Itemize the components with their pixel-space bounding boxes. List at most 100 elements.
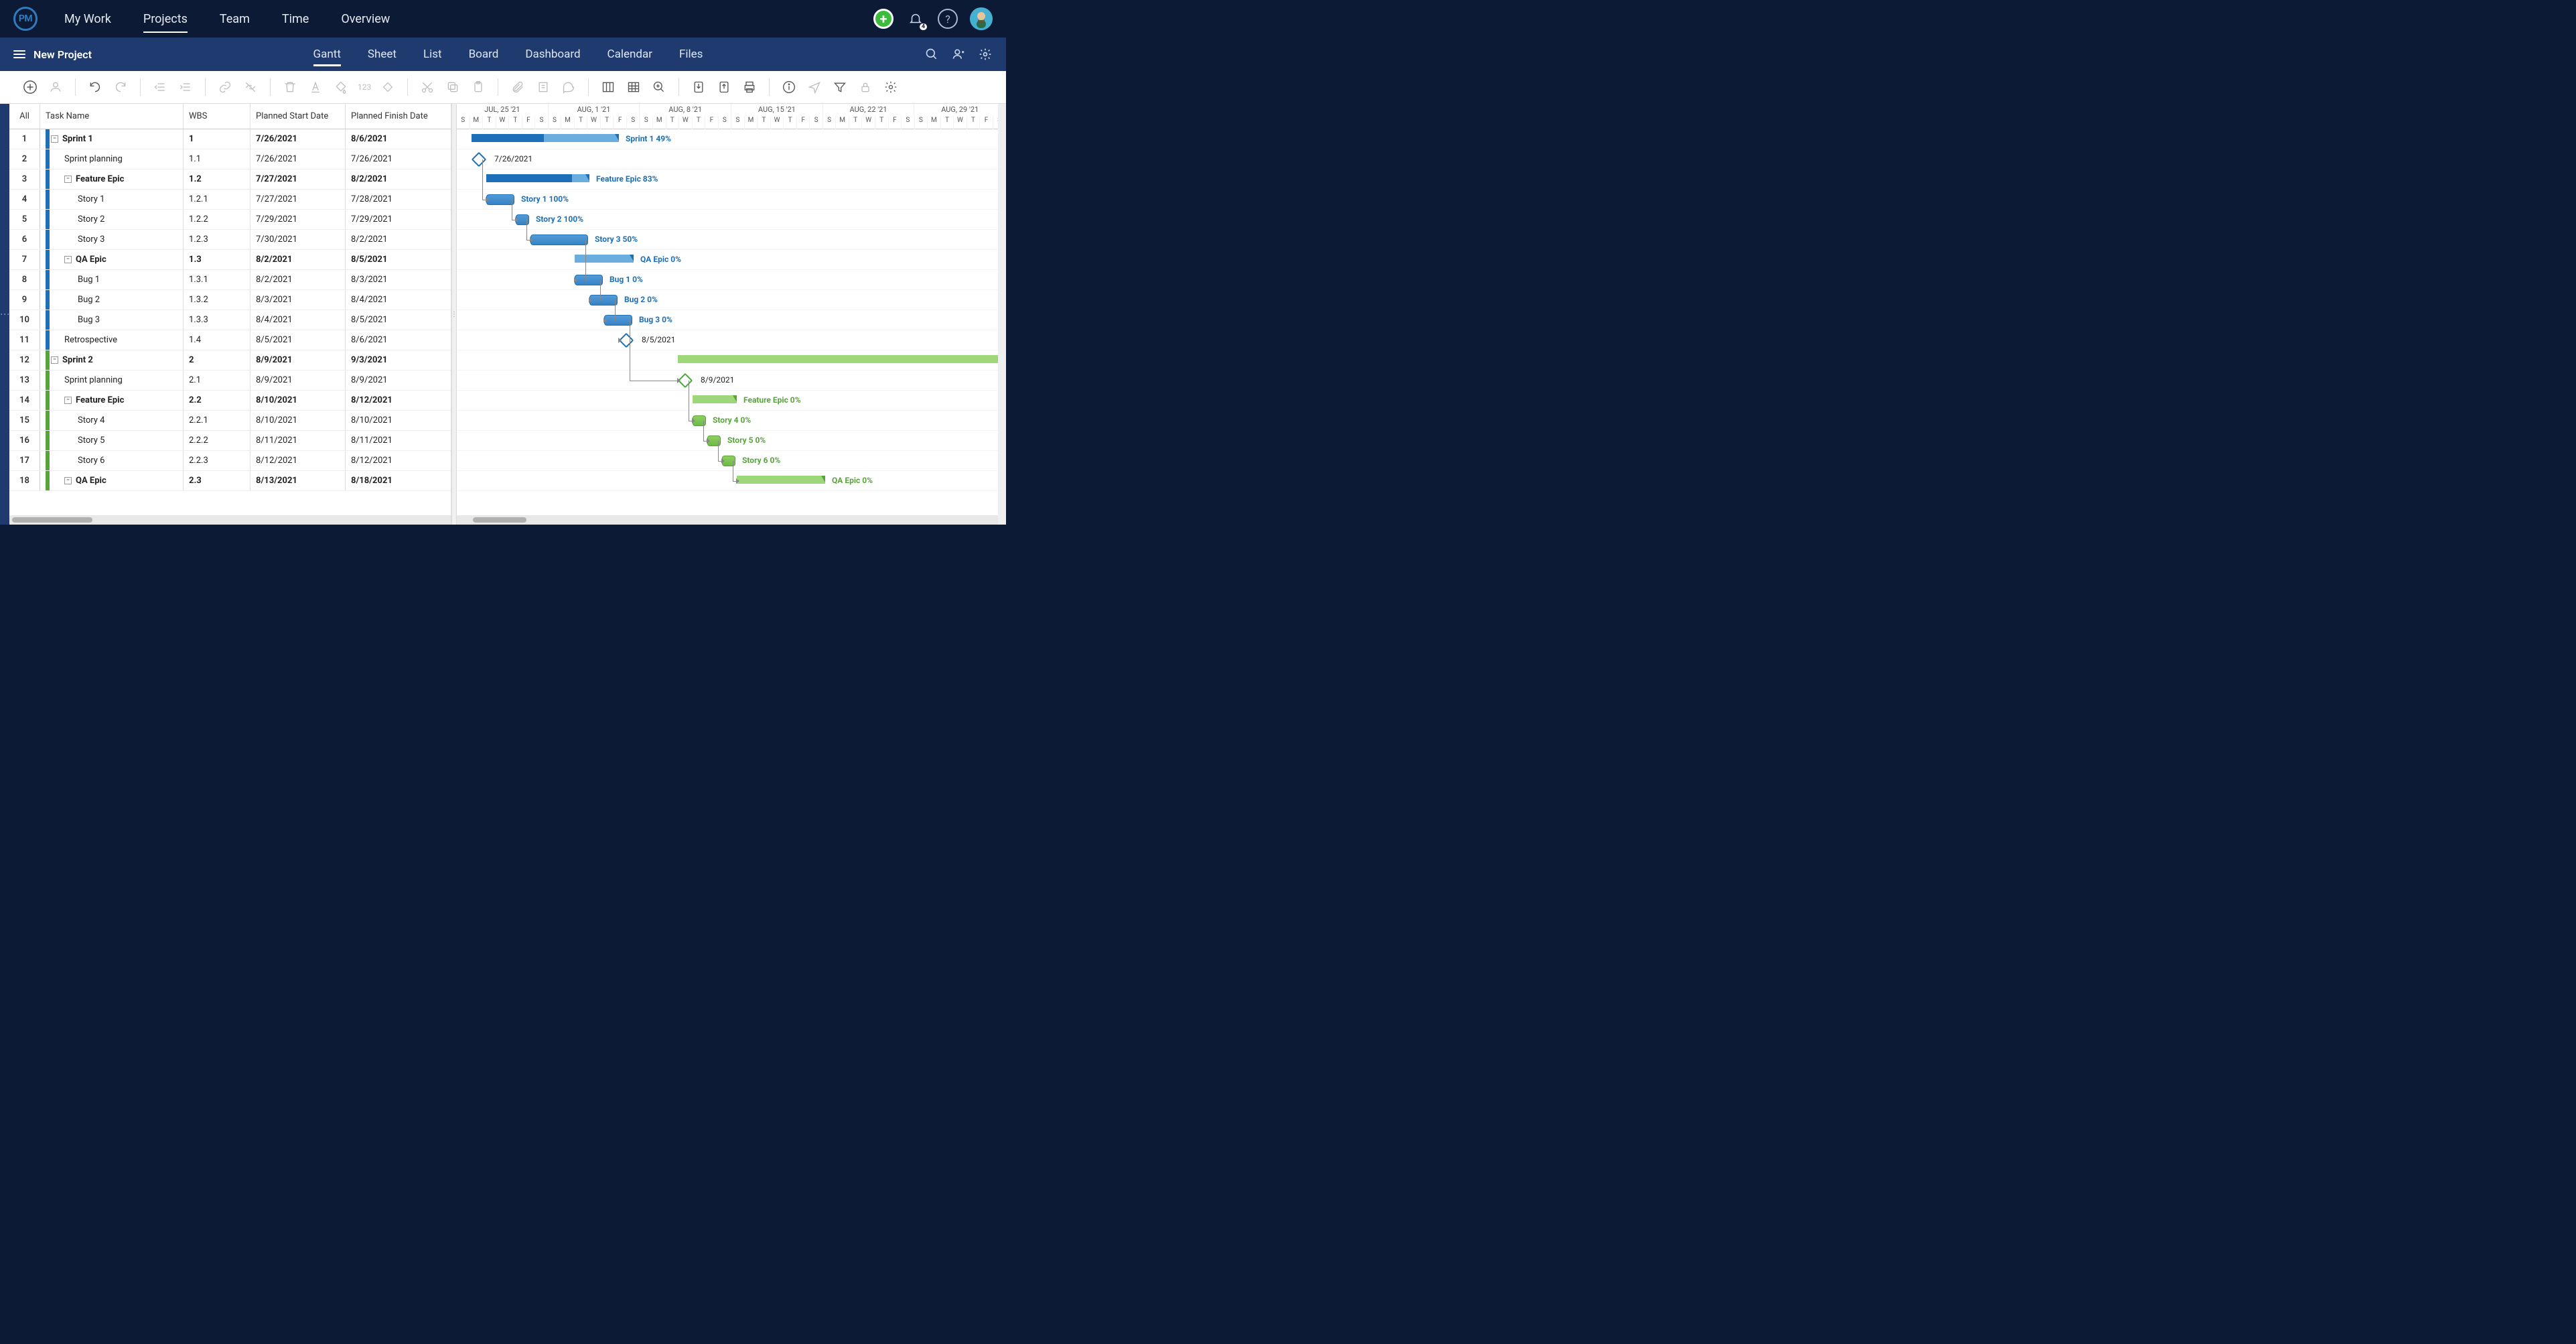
redo-button[interactable] — [112, 78, 129, 96]
settings-icon[interactable] — [978, 47, 993, 62]
gantt-task-bar[interactable] — [486, 194, 514, 205]
gantt-v-scrollbar[interactable] — [998, 104, 1006, 525]
gantt-h-scrollbar[interactable] — [457, 515, 1006, 525]
outdent-button[interactable] — [151, 78, 169, 96]
indent-button[interactable] — [177, 78, 194, 96]
table-row[interactable]: 1−Sprint 117/26/20218/6/2021 — [9, 129, 451, 149]
table-row[interactable]: 7−QA Epic1.38/2/20218/5/2021 — [9, 250, 451, 270]
gantt-row[interactable]: QA Epic 0% — [457, 250, 1006, 270]
columns-button[interactable] — [599, 78, 617, 96]
milestone-button[interactable] — [379, 78, 397, 96]
table-row[interactable]: 17Story 62.2.38/12/20218/12/2021 — [9, 451, 451, 471]
table-h-scrollbar[interactable] — [9, 515, 451, 525]
table-row[interactable]: 2Sprint planning1.17/26/20217/26/2021 — [9, 149, 451, 170]
col-header-name[interactable]: Task Name — [40, 104, 184, 129]
gantt-row[interactable]: Story 2 100% — [457, 210, 1006, 230]
gantt-row[interactable]: QA Epic 0% — [457, 471, 1006, 491]
table-row[interactable]: 4Story 11.2.17/27/20217/28/2021 — [9, 190, 451, 210]
import-button[interactable] — [690, 78, 707, 96]
col-header-start[interactable]: Planned Start Date — [251, 104, 346, 129]
comment-button[interactable] — [560, 78, 577, 96]
gantt-row[interactable]: Feature Epic 0% — [457, 391, 1006, 411]
logo[interactable]: PM — [13, 7, 38, 31]
help-button[interactable]: ? — [938, 9, 958, 29]
gantt-summary-bar[interactable] — [486, 174, 589, 182]
view-tab-list[interactable]: List — [423, 40, 442, 69]
table-row[interactable]: 13Sprint planning2.18/9/20218/9/2021 — [9, 371, 451, 391]
gantt-row[interactable]: Sprint 2 0% — [457, 350, 1006, 371]
gantt-task-bar[interactable] — [530, 234, 588, 245]
gantt-row[interactable]: Bug 3 0% — [457, 310, 1006, 330]
nav-tab-my-work[interactable]: My Work — [64, 3, 111, 36]
col-header-all[interactable]: All — [9, 104, 40, 129]
gantt-row[interactable]: Bug 1 0% — [457, 270, 1006, 290]
table-row[interactable]: 3−Feature Epic1.27/27/20218/2/2021 — [9, 170, 451, 190]
undo-button[interactable] — [86, 78, 104, 96]
gantt-row[interactable]: Story 6 0% — [457, 451, 1006, 471]
table-row[interactable]: 18−QA Epic2.38/13/20218/18/2021 — [9, 471, 451, 491]
gantt-summary-bar[interactable] — [575, 255, 634, 263]
add-button[interactable]: + — [873, 9, 893, 29]
gantt-task-bar[interactable] — [575, 275, 603, 285]
gantt-row[interactable]: Story 4 0% — [457, 411, 1006, 431]
view-tab-sheet[interactable]: Sheet — [368, 40, 397, 69]
table-row[interactable]: 9Bug 21.3.28/3/20218/4/2021 — [9, 290, 451, 310]
left-rail-expand[interactable]: ⋮ — [0, 104, 9, 525]
view-tab-gantt[interactable]: Gantt — [313, 40, 341, 69]
link-button[interactable] — [216, 78, 234, 96]
gantt-row[interactable]: Story 3 50% — [457, 230, 1006, 250]
lock-button[interactable] — [857, 78, 874, 96]
percent-button[interactable]: 123 — [358, 78, 371, 96]
info-button[interactable] — [780, 78, 798, 96]
nav-tab-team[interactable]: Team — [220, 3, 250, 36]
view-tab-dashboard[interactable]: Dashboard — [525, 40, 580, 69]
collapse-toggle[interactable]: − — [64, 176, 72, 183]
gantt-row[interactable]: Sprint 1 49% — [457, 129, 1006, 149]
view-tab-files[interactable]: Files — [679, 40, 703, 69]
gantt-summary-bar[interactable] — [678, 355, 1006, 363]
collapse-toggle[interactable]: − — [51, 356, 58, 364]
options-button[interactable] — [882, 78, 900, 96]
table-row[interactable]: 10Bug 31.3.38/4/20218/5/2021 — [9, 310, 451, 330]
print-button[interactable] — [741, 78, 758, 96]
gantt-milestone[interactable] — [472, 152, 487, 167]
gantt-body[interactable]: Sprint 1 49%7/26/2021Feature Epic 83%Sto… — [457, 129, 1006, 515]
gantt-summary-bar[interactable] — [737, 476, 825, 484]
col-header-wbs[interactable]: WBS — [184, 104, 251, 129]
note-button[interactable] — [534, 78, 552, 96]
nav-tab-overview[interactable]: Overview — [341, 3, 390, 36]
unlink-button[interactable] — [242, 78, 259, 96]
table-row[interactable]: 8Bug 11.3.18/2/20218/3/2021 — [9, 270, 451, 290]
filter-button[interactable] — [831, 78, 849, 96]
cut-button[interactable] — [419, 78, 436, 96]
gantt-row[interactable]: 8/9/2021 — [457, 371, 1006, 391]
add-task-button[interactable] — [21, 78, 39, 96]
nav-tab-projects[interactable]: Projects — [143, 3, 188, 36]
view-tab-calendar[interactable]: Calendar — [607, 40, 652, 69]
user-avatar[interactable] — [970, 7, 993, 30]
collapse-toggle[interactable]: − — [51, 135, 58, 143]
split-divider[interactable]: ⋮ — [451, 104, 457, 525]
gantt-task-bar[interactable] — [589, 295, 618, 306]
gantt-row[interactable]: 7/26/2021 — [457, 149, 1006, 170]
notifications-button[interactable]: 4 — [906, 9, 926, 29]
gantt-row[interactable]: 8/5/2021 — [457, 330, 1006, 350]
table-row[interactable]: 15Story 42.2.18/10/20218/10/2021 — [9, 411, 451, 431]
text-color-button[interactable] — [307, 78, 324, 96]
gantt-row[interactable]: Story 1 100% — [457, 190, 1006, 210]
zoom-button[interactable] — [650, 78, 668, 96]
table-row[interactable]: 6Story 31.2.37/30/20218/2/2021 — [9, 230, 451, 250]
export-button[interactable] — [715, 78, 733, 96]
gantt-row[interactable]: Bug 2 0% — [457, 290, 1006, 310]
paste-button[interactable] — [470, 78, 487, 96]
collapse-toggle[interactable]: − — [64, 397, 72, 404]
nav-tab-time[interactable]: Time — [282, 3, 309, 36]
copy-button[interactable] — [444, 78, 461, 96]
collapse-toggle[interactable]: − — [64, 477, 72, 484]
gantt-summary-bar[interactable] — [472, 134, 619, 142]
grid-button[interactable] — [625, 78, 642, 96]
gantt-row[interactable]: Story 5 0% — [457, 431, 1006, 451]
table-row[interactable]: 11Retrospective1.48/5/20218/6/2021 — [9, 330, 451, 350]
add-user-icon[interactable] — [951, 47, 966, 62]
view-tab-board[interactable]: Board — [469, 40, 499, 69]
